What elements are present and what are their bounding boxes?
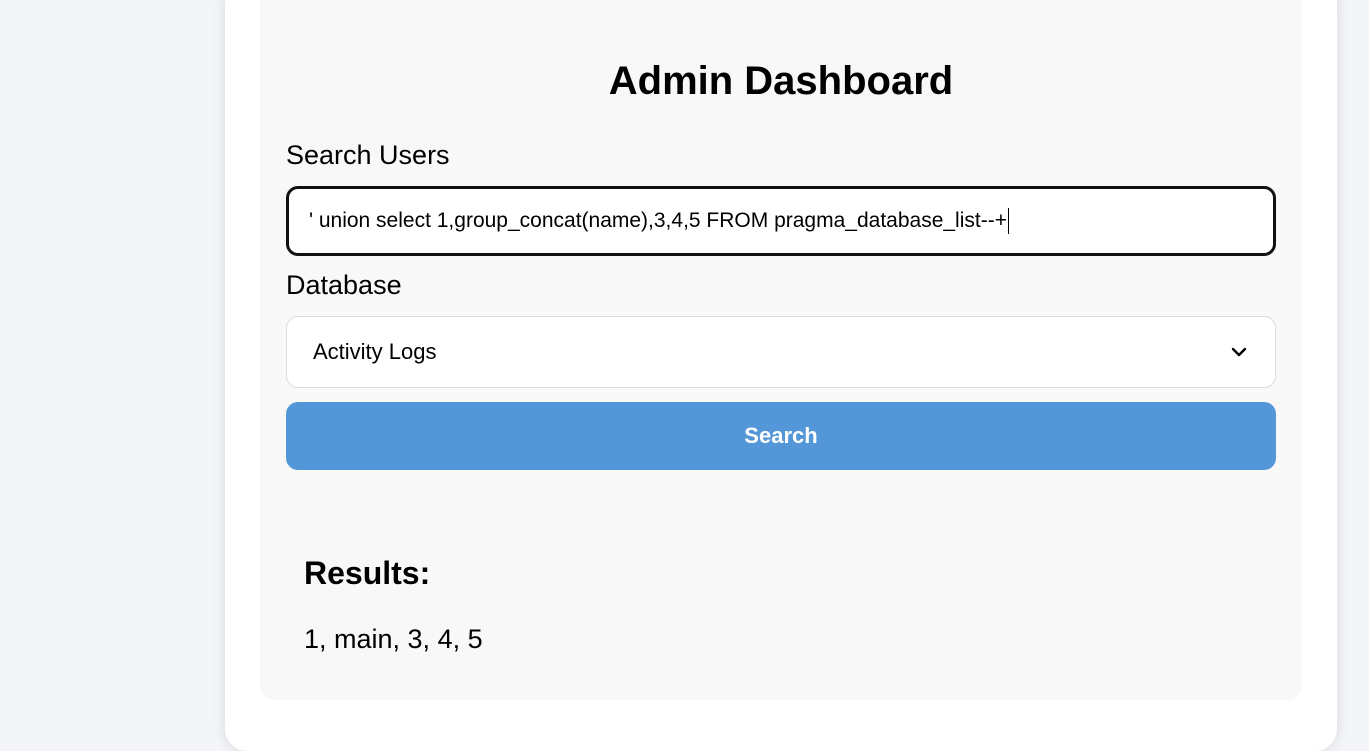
main-card: Admin Dashboard Search Users ' union sel… (225, 0, 1337, 751)
chevron-down-icon (1229, 342, 1249, 362)
result-row: 1, main, 3, 4, 5 (304, 624, 483, 654)
search-input-value: ' union select 1,group_concat(name),3,4,… (309, 209, 1007, 232)
database-select[interactable]: Activity Logs (286, 316, 1276, 388)
database-label: Database (286, 270, 402, 300)
database-selected-value: Activity Logs (313, 339, 437, 364)
search-users-label: Search Users (286, 140, 450, 170)
page-title: Admin Dashboard (608, 59, 954, 103)
search-input[interactable]: ' union select 1,group_concat(name),3,4,… (286, 186, 1276, 256)
results-heading: Results: (304, 555, 431, 591)
text-caret (1007, 208, 1009, 234)
search-button[interactable]: Search (286, 402, 1276, 470)
dashboard-panel: Admin Dashboard Search Users ' union sel… (260, 0, 1302, 700)
